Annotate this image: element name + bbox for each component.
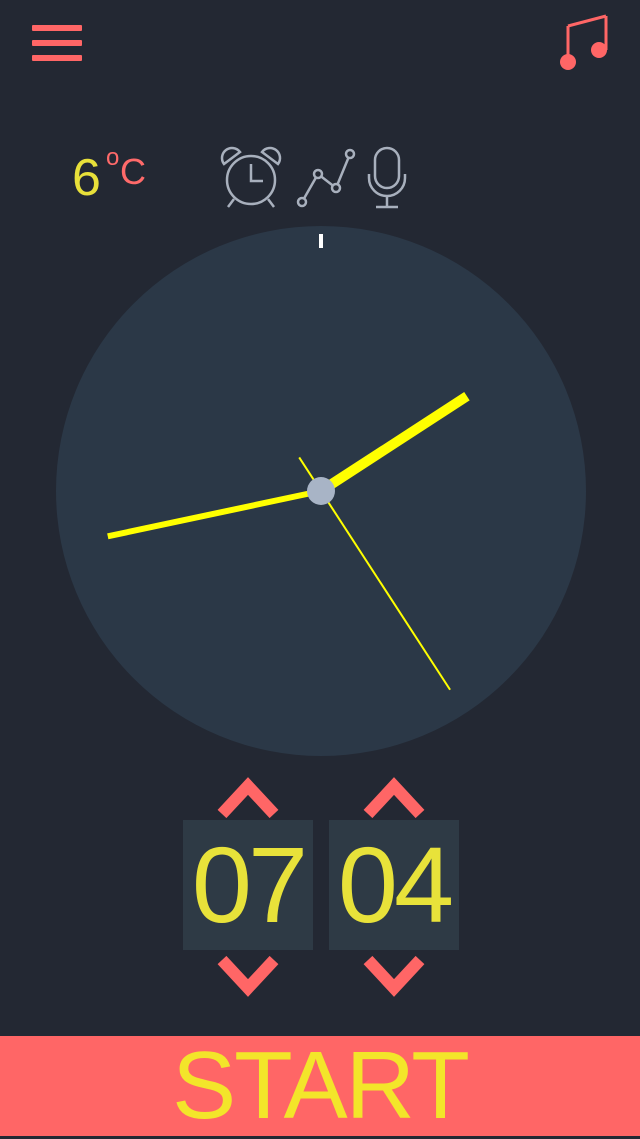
minutes-display[interactable]: 04 (329, 820, 459, 950)
analog-clock[interactable] (56, 226, 586, 756)
temperature-unit: C (120, 151, 146, 192)
minutes-increment-arrow[interactable] (360, 776, 428, 823)
hours-display[interactable]: 07 (183, 820, 313, 950)
hamburger-menu-icon[interactable] (28, 22, 86, 64)
alarm-clock-icon[interactable] (218, 144, 284, 215)
twelve-oclock-marker (319, 234, 323, 248)
music-note-icon[interactable] (552, 12, 616, 76)
line-graph-icon[interactable] (294, 144, 360, 215)
hours-decrement-arrow[interactable] (214, 955, 282, 1003)
menu-bar (32, 40, 82, 46)
hours-increment-arrow[interactable] (214, 776, 282, 823)
clock-center-pin (307, 477, 335, 505)
temperature-value: 6 (72, 149, 101, 207)
start-button[interactable]: START (0, 1036, 640, 1136)
microphone-icon[interactable] (366, 144, 408, 215)
menu-bar (32, 55, 82, 61)
menu-bar (32, 25, 82, 31)
degree-symbol: o (106, 144, 120, 171)
minutes-decrement-arrow[interactable] (360, 955, 428, 1003)
